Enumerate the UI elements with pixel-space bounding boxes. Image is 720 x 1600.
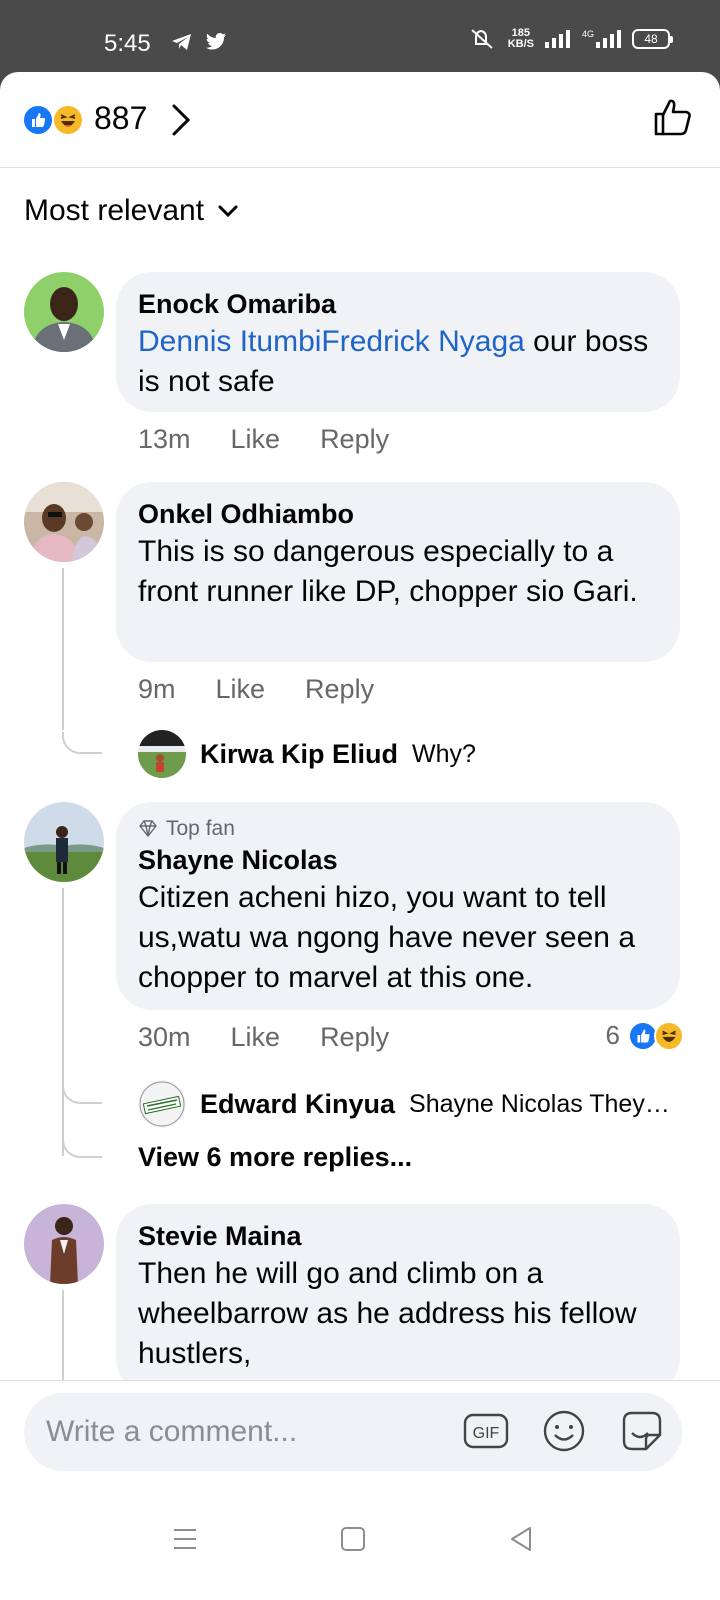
top-fan-badge: Top fan — [138, 816, 658, 842]
comment-bubble[interactable]: Top fan Shayne Nicolas Citizen acheni hi… — [116, 802, 680, 1010]
thread-elbow — [62, 1082, 102, 1104]
like-reaction-icon — [22, 104, 54, 136]
net-speed-indicator: 185 KB/S — [507, 27, 534, 50]
emoji-icon[interactable] — [540, 1407, 588, 1455]
like-button[interactable]: Like — [231, 1022, 281, 1053]
comment-reaction-count: 6 — [605, 1020, 620, 1050]
comment-actions: 13m Like Reply — [138, 424, 389, 455]
comment-time: 13m — [138, 424, 191, 454]
avatar[interactable] — [24, 272, 104, 352]
avatar[interactable] — [24, 482, 104, 562]
comment-reaction-summary[interactable]: 6 — [606, 1020, 684, 1051]
like-button[interactable]: Like — [216, 674, 266, 705]
comment-time: 9m — [138, 674, 176, 704]
view-more-replies-link[interactable]: View 6 more replies... — [138, 1142, 412, 1173]
reply-preview[interactable]: Edward Kinyua Shayne Nicolas They… — [138, 1080, 670, 1128]
haha-reaction-icon — [52, 104, 84, 136]
comment-author[interactable]: Onkel Odhiambo — [138, 496, 658, 532]
sort-label: Most relevant — [24, 194, 205, 227]
telegram-icon — [172, 34, 191, 50]
comment-bubble[interactable]: Onkel Odhiambo This is so dangerous espe… — [116, 482, 680, 662]
comment-actions: 30m Like Reply — [138, 1022, 389, 1053]
comment-text: Dennis ItumbiFredrick Nyaga our boss is … — [138, 325, 649, 398]
like-outline-icon[interactable] — [652, 96, 694, 138]
reply-text: Shayne Nicolas They… — [409, 1089, 670, 1118]
reply-preview[interactable]: Kirwa Kip Eliud Why? — [138, 730, 476, 778]
comment-composer-bar: GIF — [0, 1380, 720, 1490]
comment-bubble[interactable]: Stevie Maina Then he will go and climb o… — [116, 1204, 680, 1394]
comment-text: Then he will go and climb on a wheelbarr… — [138, 1257, 637, 1370]
menu-icon[interactable] — [172, 1526, 198, 1552]
comment-author[interactable]: Shayne Nicolas — [138, 842, 658, 878]
reply-text: Why? — [412, 739, 476, 768]
svg-text:GIF: GIF — [473, 1425, 500, 1442]
reply-button[interactable]: Reply — [320, 1022, 389, 1053]
status-system-icons: 185 KB/S 4G 48 — [468, 27, 673, 50]
battery-indicator: 48 — [632, 29, 673, 49]
sort-dropdown[interactable]: Most relevant — [24, 194, 240, 228]
thread-line — [62, 568, 64, 730]
reactions-header[interactable]: 887 — [0, 72, 720, 168]
twitter-icon — [206, 33, 226, 50]
reply-button[interactable]: Reply — [305, 674, 374, 705]
comment-input[interactable] — [46, 1393, 446, 1471]
comment-composer: GIF — [24, 1393, 682, 1471]
comments-sheet: 887 Most relevant Enock Omariba Dennis I… — [0, 72, 720, 1600]
signal-icon — [545, 30, 570, 48]
status-bar: 5:45 185 KB/S 4G 48 — [0, 0, 720, 74]
diamond-icon — [139, 820, 157, 838]
reply-avatar[interactable] — [138, 730, 186, 778]
haha-reaction-icon — [654, 1020, 684, 1051]
system-navigation-bar — [0, 1490, 720, 1600]
reply-avatar[interactable] — [138, 1080, 186, 1128]
avatar[interactable] — [24, 802, 104, 882]
comment-actions: 9m Like Reply — [138, 674, 374, 705]
mention-link[interactable]: Dennis ItumbiFredrick Nyaga — [138, 325, 525, 358]
comment-author[interactable]: Enock Omariba — [138, 286, 658, 322]
chevron-down-icon — [218, 205, 238, 218]
comment-time: 30m — [138, 1022, 191, 1052]
comment-author[interactable]: Stevie Maina — [138, 1218, 658, 1254]
mute-icon — [471, 29, 493, 49]
svg-text:4G: 4G — [582, 29, 594, 39]
reaction-icons — [22, 104, 92, 136]
like-button[interactable]: Like — [231, 424, 281, 455]
status-notification-icons — [170, 30, 228, 54]
status-time: 5:45 — [104, 30, 151, 57]
avatar[interactable] — [24, 1204, 104, 1284]
thread-line — [62, 1290, 64, 1390]
gif-icon[interactable]: GIF — [462, 1407, 510, 1455]
thread-elbow — [62, 732, 102, 754]
reaction-count: 887 — [94, 100, 148, 136]
comment-text: Citizen acheni hizo, you want to tell us… — [138, 881, 636, 994]
comment-text: This is so dangerous especially to a fro… — [138, 535, 638, 608]
back-icon[interactable] — [508, 1526, 534, 1552]
chevron-right-icon[interactable] — [170, 102, 192, 138]
reply-author[interactable]: Edward Kinyua — [200, 1089, 395, 1120]
home-icon[interactable] — [340, 1526, 366, 1552]
comment-bubble[interactable]: Enock Omariba Dennis ItumbiFredrick Nyag… — [116, 272, 680, 412]
thread-line — [62, 888, 64, 1156]
reply-button[interactable]: Reply — [320, 424, 389, 455]
signal-4g-icon: 4G — [582, 29, 621, 48]
reply-author[interactable]: Kirwa Kip Eliud — [200, 739, 398, 770]
thread-elbow — [62, 1136, 102, 1158]
sticker-icon[interactable] — [618, 1407, 666, 1455]
